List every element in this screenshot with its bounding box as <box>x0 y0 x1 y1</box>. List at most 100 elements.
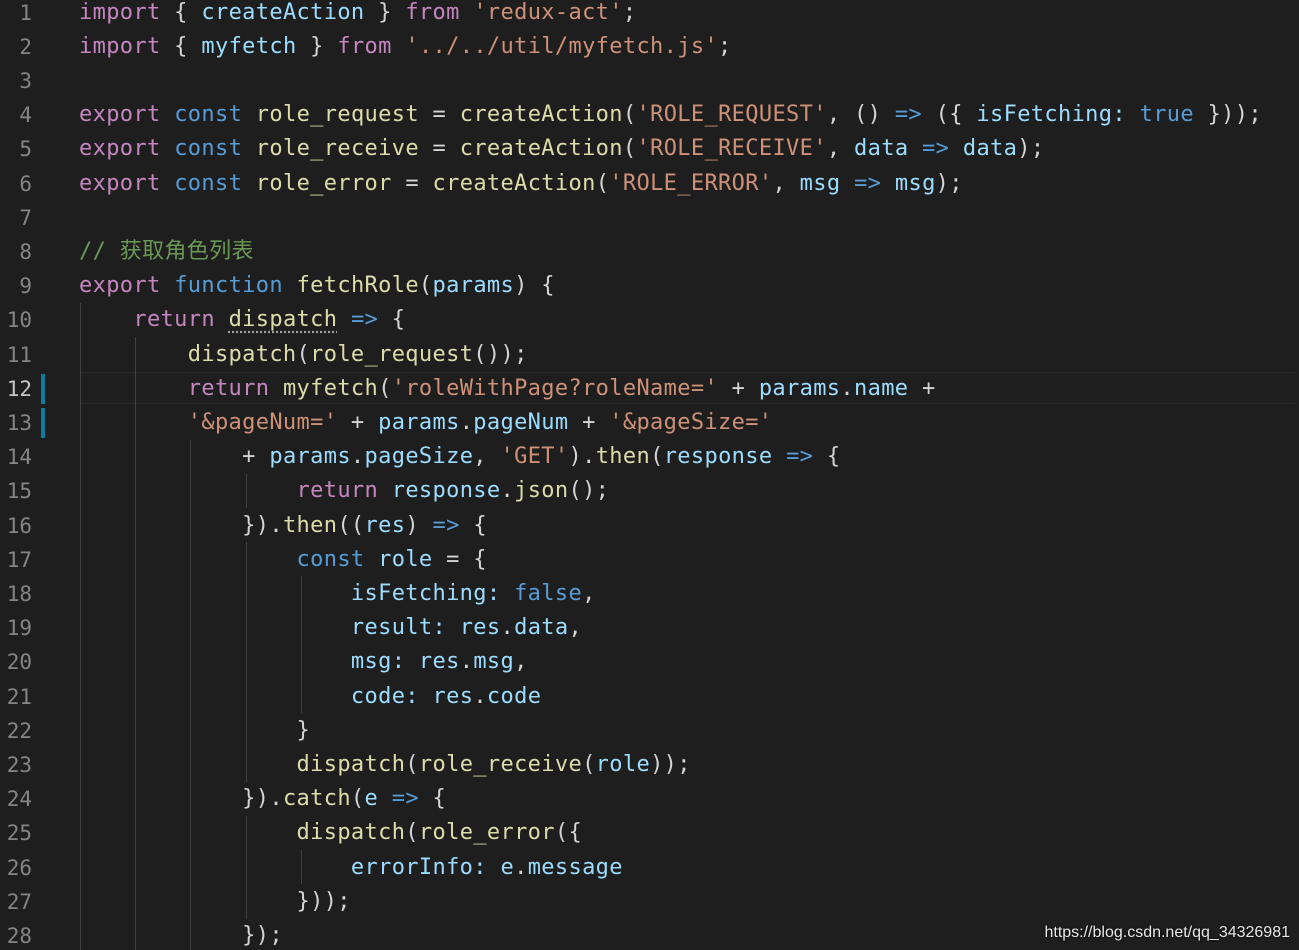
code-line[interactable]: 15 return response.json(); <box>0 474 1299 508</box>
code-line[interactable]: 9 export function fetchRole(params) { <box>0 269 1299 303</box>
code-token: ; <box>718 33 732 59</box>
code-text[interactable]: dispatch(role_request()); <box>79 338 528 372</box>
code-token: isFetching <box>350 580 487 606</box>
code-text[interactable]: dispatch(role_receive(role)); <box>79 748 691 782</box>
code-text[interactable]: export function fetchRole(params) { <box>79 269 555 303</box>
code-token: . <box>514 854 528 880</box>
code-text[interactable]: isFetching: false, <box>79 577 596 611</box>
code-text[interactable]: // 获取角色列表 <box>79 235 254 269</box>
code-text[interactable]: return myfetch('roleWithPage?roleName=' … <box>79 372 936 406</box>
code-text[interactable]: } <box>79 714 310 748</box>
code-token: ({ <box>922 102 977 128</box>
code-token: e <box>500 854 515 880</box>
code-token: = <box>418 136 460 162</box>
line-number: 21 <box>6 684 32 709</box>
code-token: ( <box>405 751 419 777</box>
code-text[interactable]: msg: res.msg, <box>79 645 528 679</box>
code-text[interactable]: code: res.code <box>79 680 541 714</box>
code-text[interactable]: const role = { <box>79 543 487 577</box>
code-line[interactable]: 5 export const role_receive = createActio… <box>0 132 1299 166</box>
code-token: = { <box>432 546 487 572</box>
code-token: + <box>908 375 936 401</box>
code-token: ) { <box>514 273 555 299</box>
code-line[interactable]: 22 } <box>0 714 1299 748</box>
modified-line-marker[interactable] <box>41 407 45 438</box>
code-token: data <box>514 615 569 641</box>
code-line[interactable]: 1 import { createAction } from 'redux-act… <box>0 0 1299 30</box>
code-token: '&pageNum=' <box>187 409 338 435</box>
code-line[interactable]: 6 export const role_error = createAction(… <box>0 167 1299 201</box>
code-text[interactable]: export const role_error = createAction('… <box>79 167 963 201</box>
code-text[interactable]: import { myfetch } from '../../util/myfe… <box>79 30 732 64</box>
code-token: }). <box>79 786 283 812</box>
code-text[interactable]: }).then((res) => { <box>79 509 487 543</box>
code-line[interactable]: 21 code: res.code <box>0 680 1299 714</box>
code-text[interactable]: dispatch(role_error({ <box>79 816 582 850</box>
line-number: 2 <box>19 34 32 59</box>
code-line[interactable]: 18 isFetching: false, <box>0 577 1299 611</box>
code-token: role_error <box>418 820 555 846</box>
code-line[interactable]: 20 msg: res.msg, <box>0 645 1299 679</box>
code-token: function <box>174 273 283 299</box>
code-line[interactable]: 8 // 获取角色列表 <box>0 235 1299 269</box>
code-text[interactable]: export const role_request = createAction… <box>79 98 1262 132</box>
code-text[interactable]: result: res.data, <box>79 611 582 645</box>
code-line[interactable]: 17 const role = { <box>0 543 1299 577</box>
code-text[interactable]: }); <box>79 919 283 950</box>
line-number: 4 <box>19 103 32 128</box>
code-text[interactable]: + params.pageSize, 'GET').then(response … <box>79 440 840 474</box>
code-line[interactable]: 4 export const role_request = createActio… <box>0 98 1299 132</box>
code-token: ({ <box>554 820 583 846</box>
code-token: }); <box>79 922 283 948</box>
code-line[interactable]: 25 dispatch(role_error({ <box>0 816 1299 850</box>
code-token: })); <box>1193 102 1262 128</box>
code-line[interactable]: 11 dispatch(role_request()); <box>0 338 1299 372</box>
line-number: 7 <box>19 205 32 230</box>
code-text[interactable]: return dispatch => { <box>79 303 405 337</box>
code-text[interactable]: }).catch(e => { <box>79 782 446 816</box>
code-text[interactable]: errorInfo: e.message <box>79 851 623 885</box>
code-line[interactable]: 12 return myfetch('roleWithPage?roleName… <box>0 372 1299 406</box>
code-text[interactable]: return response.json(); <box>79 474 609 508</box>
code-token: errorInfo <box>350 854 474 880</box>
code-line[interactable]: 27 })); <box>0 885 1299 919</box>
code-line[interactable]: 16 }).then((res) => { <box>0 509 1299 543</box>
code-line[interactable]: 14 + params.pageSize, 'GET').then(respon… <box>0 440 1299 474</box>
code-token: myfetch <box>201 33 297 59</box>
code-text[interactable]: export const role_receive = createAction… <box>79 132 1044 166</box>
code-token: role_receive <box>255 136 419 162</box>
line-number: 18 <box>6 581 32 606</box>
code-token: return <box>187 375 270 401</box>
code-line[interactable]: 7 <box>0 201 1299 235</box>
code-line[interactable]: 24 }).catch(e => { <box>0 782 1299 816</box>
line-number: 1 <box>19 0 32 25</box>
code-line[interactable]: 10 return dispatch => { <box>0 303 1299 337</box>
code-line[interactable]: 2 import { myfetch } from '../../util/myf… <box>0 30 1299 64</box>
code-line[interactable]: 19 result: res.data, <box>0 611 1299 645</box>
code-token: . <box>500 615 515 641</box>
code-token: ( <box>405 820 419 846</box>
code-line[interactable]: 26 errorInfo: e.message <box>0 851 1299 885</box>
line-number: 20 <box>6 650 32 675</box>
code-text[interactable]: '&pageNum=' + params.pageNum + '&pageSiz… <box>79 406 772 440</box>
code-token: // 获取角色列表 <box>79 238 254 264</box>
line-number: 13 <box>6 410 32 435</box>
code-text[interactable]: })); <box>79 885 351 919</box>
code-editor[interactable]: 1 import { createAction } from 'redux-act… <box>0 0 1299 950</box>
modified-line-marker[interactable] <box>41 373 45 404</box>
code-line[interactable]: 3 <box>0 64 1299 98</box>
code-token: . <box>473 683 487 709</box>
code-line[interactable]: 23 dispatch(role_receive(role)); <box>0 748 1299 782</box>
code-line[interactable]: 13 '&pageNum=' + params.pageNum + '&page… <box>0 406 1299 440</box>
code-token: data <box>854 136 909 162</box>
code-text[interactable]: import { createAction } from 'redux-act'… <box>79 0 636 30</box>
